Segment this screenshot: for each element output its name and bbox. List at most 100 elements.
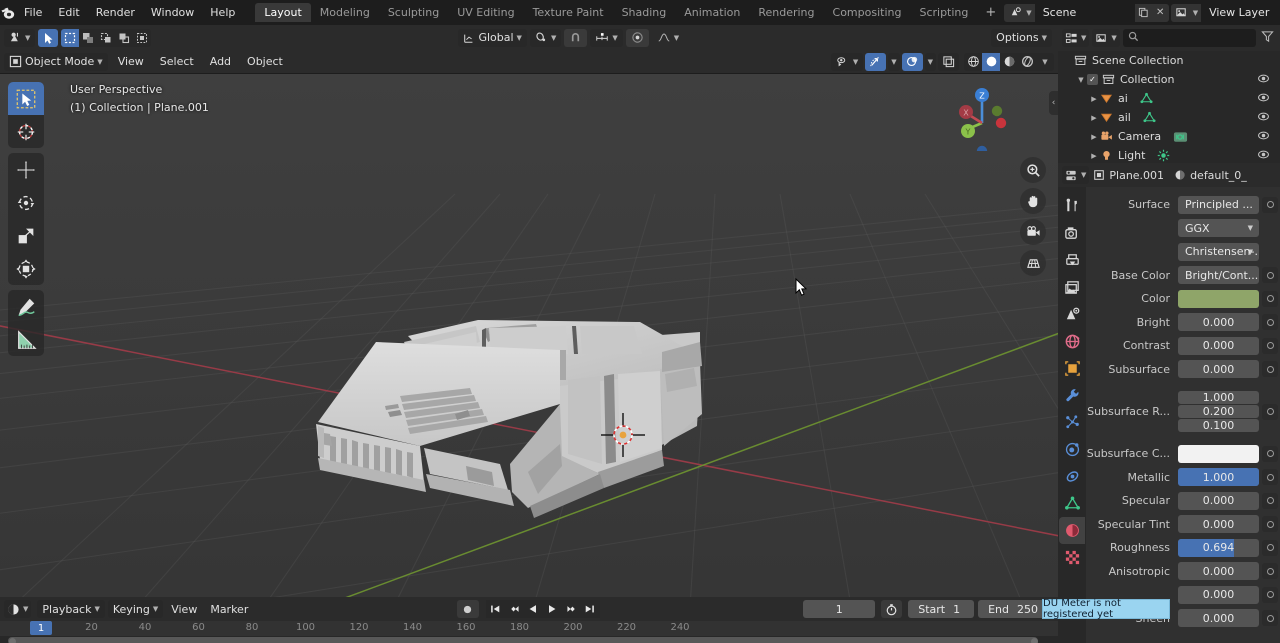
- timeline-editor-icon[interactable]: ▼: [4, 600, 32, 618]
- object-mode-dropdown[interactable]: Object Mode ▼: [4, 52, 108, 71]
- property-field-base-color[interactable]: Bright/Cont...: [1178, 266, 1259, 285]
- vector-component-0[interactable]: 1.000: [1178, 391, 1259, 404]
- outliner-row-collection[interactable]: ▼ ✓ Collection: [1058, 70, 1280, 89]
- outliner-row-ail[interactable]: ▶ ail: [1058, 108, 1280, 127]
- breadcrumb-material[interactable]: default_0_: [1174, 169, 1247, 182]
- world-tab[interactable]: [1059, 328, 1085, 355]
- object-tab[interactable]: [1059, 355, 1085, 382]
- texture-tab[interactable]: [1059, 544, 1085, 571]
- outliner-editor[interactable]: ▼ ▼ Scene Collection ▼ ✓ Collection ▶ ai ▶ ail ▶…: [1058, 25, 1280, 163]
- select-subtract-icon[interactable]: [97, 29, 115, 47]
- workspace-tab-sculpting[interactable]: Sculpting: [379, 3, 448, 22]
- xray-toggle[interactable]: [938, 52, 959, 71]
- menu-window[interactable]: Window: [143, 3, 202, 22]
- property-field-subsurface[interactable]: 0.000: [1178, 360, 1259, 379]
- chevron-down-icon[interactable]: ▼: [551, 34, 556, 42]
- close-icon[interactable]: ✕: [1151, 3, 1169, 22]
- property-field-specular-tint[interactable]: 0.000: [1178, 515, 1259, 534]
- properties-editor[interactable]: ▼ Plane.001 default_0_ Surface Principled…: [1058, 163, 1280, 643]
- property-field-surface[interactable]: Principled ...: [1178, 195, 1259, 214]
- chevron-down-icon[interactable]: ▼: [97, 58, 102, 66]
- frame-start-input[interactable]: Start 1: [908, 600, 975, 618]
- link-socket-icon-subsurface[interactable]: [1262, 361, 1278, 378]
- chevron-right-icon[interactable]: ▶: [1088, 152, 1100, 160]
- transform-orientation-dropdown[interactable]: Global ▼: [458, 28, 527, 47]
- select-difference-icon[interactable]: [133, 29, 151, 47]
- transform-tool[interactable]: [8, 252, 44, 285]
- link-socket-icon-specular-tint[interactable]: [1262, 516, 1278, 533]
- play-reverse-icon[interactable]: [523, 600, 543, 618]
- particles-tab[interactable]: [1059, 409, 1085, 436]
- modifier-tab[interactable]: [1059, 382, 1085, 409]
- link-socket-icon-contrast[interactable]: [1262, 337, 1278, 354]
- vector-component-1[interactable]: 0.200: [1178, 405, 1259, 418]
- shading-dropdown-caret[interactable]: ▼: [1036, 53, 1054, 71]
- camera-data-icon[interactable]: [1173, 130, 1188, 144]
- navigation-gizmo[interactable]: Z X Y: [948, 83, 1016, 157]
- mesh-data-icon[interactable]: [1140, 92, 1153, 105]
- snap-magnet-toggle[interactable]: [564, 28, 588, 47]
- falloff-curve-dropdown[interactable]: ▼: [652, 29, 684, 47]
- timeline-editor[interactable]: ▼ Playback ▼ Keying ▼ View Marker 1 Star…: [0, 597, 1058, 643]
- pan-hand-icon[interactable]: [1020, 188, 1046, 214]
- property-field-subsurface-method[interactable]: Christensen-... ▼: [1178, 242, 1259, 261]
- property-field-anisotropic-rotation[interactable]: 0.000: [1178, 585, 1259, 604]
- scene-dropdown-caret[interactable]: ▼: [1026, 3, 1035, 22]
- scrollbar-right-handle[interactable]: [1030, 637, 1038, 643]
- visibility-eye-icon[interactable]: [1257, 111, 1270, 125]
- workspace-tab-texture-paint[interactable]: Texture Paint: [524, 3, 613, 22]
- scale-tool[interactable]: [8, 219, 44, 252]
- chevron-down-icon[interactable]: ▼: [928, 58, 933, 66]
- link-socket-icon-base-color[interactable]: [1262, 267, 1278, 284]
- shading-mode-group[interactable]: ▼: [964, 52, 1054, 71]
- chevron-down-icon[interactable]: ▼: [891, 58, 896, 66]
- active-tool-cursor-icon[interactable]: [38, 28, 59, 47]
- viewport-menu-add[interactable]: Add: [202, 52, 239, 71]
- vector-component-2[interactable]: 0.100: [1178, 419, 1259, 432]
- proportional-edit-toggle[interactable]: [625, 28, 649, 47]
- timeline-menu-view[interactable]: View: [166, 600, 202, 618]
- material-preview-icon[interactable]: [1000, 53, 1018, 71]
- outliner-row-scene-collection[interactable]: Scene Collection: [1058, 51, 1280, 70]
- link-socket-icon-metallic[interactable]: [1262, 469, 1278, 486]
- jump-to-start-icon[interactable]: [485, 600, 505, 618]
- visibility-eye-icon[interactable]: [1257, 92, 1270, 106]
- select-extend-icon[interactable]: [79, 29, 97, 47]
- gizmo-toggle[interactable]: [865, 52, 887, 71]
- workspace-tab-scripting[interactable]: Scripting: [910, 3, 977, 22]
- blender-logo-icon[interactable]: [0, 0, 16, 25]
- link-socket-icon-color[interactable]: [1262, 290, 1278, 307]
- select-intersect-icon[interactable]: [115, 29, 133, 47]
- chevron-down-icon[interactable]: ▼: [1248, 224, 1253, 232]
- new-scene-icon[interactable]: [1134, 3, 1152, 22]
- solid-icon[interactable]: [982, 52, 1000, 71]
- chevron-right-icon[interactable]: ▶: [1088, 114, 1100, 122]
- frame-end-input[interactable]: End 250: [978, 600, 1053, 618]
- color-swatch-subsurface-color[interactable]: [1178, 444, 1259, 463]
- view-layer-name[interactable]: View Layer: [1201, 3, 1280, 22]
- add-workspace-button[interactable]: +: [977, 5, 1004, 20]
- chevron-down-icon[interactable]: ▼: [1075, 76, 1087, 84]
- chevron-down-icon[interactable]: ▼: [517, 34, 522, 42]
- visibility-eye-icon[interactable]: [1257, 130, 1270, 144]
- gizmo-dropdown[interactable]: ▼: [888, 52, 900, 71]
- scene-tab[interactable]: [1059, 301, 1085, 328]
- workspace-tab-rendering[interactable]: Rendering: [749, 3, 823, 22]
- cursor-tool[interactable]: [8, 115, 44, 148]
- zoom-magnifier-icon[interactable]: [1020, 157, 1046, 183]
- color-swatch-color[interactable]: [1178, 289, 1259, 308]
- snap-to-dropdown[interactable]: ▼: [590, 28, 623, 47]
- link-socket-icon-anisotropic[interactable]: [1262, 563, 1278, 580]
- editor-type-icon[interactable]: ▼: [4, 28, 36, 47]
- link-socket-icon-subsurface-color[interactable]: [1262, 445, 1278, 462]
- data-tab[interactable]: [1059, 490, 1085, 517]
- property-field-metallic[interactable]: 1.000: [1178, 468, 1259, 487]
- viewport-menu-select[interactable]: Select: [152, 52, 202, 71]
- workspace-tab-modeling[interactable]: Modeling: [311, 3, 379, 22]
- editor-type-caret[interactable]: ▼: [25, 34, 30, 42]
- object-visibility-dropdown[interactable]: ▼: [830, 52, 864, 71]
- link-socket-icon-subsurface-radius[interactable]: [1262, 403, 1278, 420]
- link-socket-icon-surface[interactable]: [1262, 196, 1278, 213]
- outliner-row-camera[interactable]: ▶ Camera: [1058, 127, 1280, 146]
- property-field-distribution[interactable]: GGX ▼: [1178, 219, 1259, 238]
